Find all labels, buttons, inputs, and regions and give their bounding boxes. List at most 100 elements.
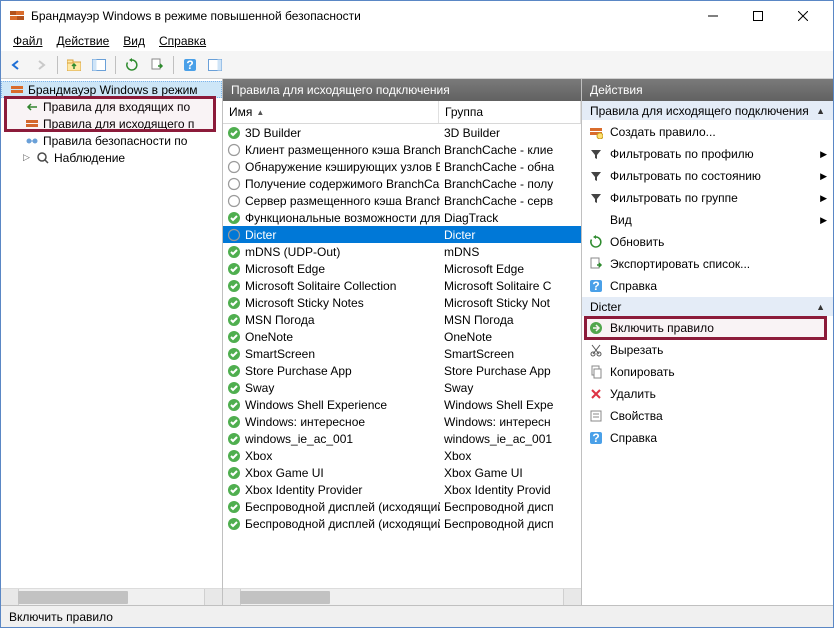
menu-action[interactable]: Действие bbox=[51, 32, 116, 50]
table-row[interactable]: Получение содержимого BranchCache...Bran… bbox=[223, 175, 581, 192]
forward-button[interactable] bbox=[30, 54, 52, 76]
submenu-arrow-icon: ▶ bbox=[820, 215, 827, 226]
back-button[interactable] bbox=[5, 54, 27, 76]
sort-asc-icon: ▲ bbox=[256, 108, 264, 117]
actions-section2-header[interactable]: Dicter ▲ bbox=[582, 297, 833, 317]
filter-icon bbox=[588, 146, 604, 162]
action-экспортировать-список-[interactable]: Экспортировать список... bbox=[582, 253, 833, 275]
action-свойства[interactable]: Свойства bbox=[582, 405, 833, 427]
table-row[interactable]: Xbox Identity ProviderXbox Identity Prov… bbox=[223, 481, 581, 498]
show-hide-tree-button[interactable] bbox=[88, 54, 110, 76]
table-row[interactable]: Store Purchase AppStore Purchase App bbox=[223, 362, 581, 379]
outbound-rules-icon bbox=[24, 116, 40, 132]
table-row[interactable]: mDNS (UDP-Out)mDNS bbox=[223, 243, 581, 260]
action-справка[interactable]: ?Справка bbox=[582, 275, 833, 297]
column-name[interactable]: Имя▲ bbox=[223, 101, 439, 123]
action-label: Фильтровать по группе bbox=[610, 191, 738, 205]
table-row[interactable]: Беспроводной дисплей (исходящий тр...Бес… bbox=[223, 498, 581, 515]
rule-name: windows_ie_ac_001 bbox=[245, 432, 440, 446]
table-row[interactable]: Функциональные возможности для по...Diag… bbox=[223, 209, 581, 226]
rule-name: Dicter bbox=[245, 228, 440, 242]
rule-group: windows_ie_ac_001 bbox=[440, 432, 581, 446]
list-hscroll[interactable] bbox=[223, 588, 581, 605]
action-label: Удалить bbox=[610, 387, 656, 401]
action-удалить[interactable]: Удалить bbox=[582, 383, 833, 405]
rule-name: Сервер размещенного кэша BranchCa... bbox=[245, 194, 440, 208]
tree-item-monitoring[interactable]: ▷ Наблюдение bbox=[1, 149, 222, 166]
rule-name: Microsoft Solitaire Collection bbox=[245, 279, 440, 293]
actions-pane: Действия Правила для исходящего подключе… bbox=[582, 79, 833, 605]
tree-hscroll[interactable] bbox=[1, 588, 222, 605]
table-row[interactable]: MSN ПогодаMSN Погода bbox=[223, 311, 581, 328]
rule-name: OneNote bbox=[245, 330, 440, 344]
table-row[interactable]: DicterDicter bbox=[223, 226, 581, 243]
tree-item-inbound[interactable]: Правила для входящих по bbox=[1, 98, 222, 115]
export-button[interactable] bbox=[146, 54, 168, 76]
table-row[interactable]: SwaySway bbox=[223, 379, 581, 396]
rule-group: Microsoft Solitaire C bbox=[440, 279, 581, 293]
table-row[interactable]: Клиент размещенного кэша BranchCa...Bran… bbox=[223, 141, 581, 158]
action-вырезать[interactable]: Вырезать bbox=[582, 339, 833, 361]
rule-status-icon bbox=[226, 261, 242, 277]
table-row[interactable]: Беспроводной дисплей (исходящий тр...Бес… bbox=[223, 515, 581, 532]
action-вид[interactable]: Вид▶ bbox=[582, 209, 833, 231]
action-label: Создать правило... bbox=[610, 125, 716, 139]
table-row[interactable]: Windows: интересноеWindows: интересн bbox=[223, 413, 581, 430]
maximize-button[interactable] bbox=[735, 2, 780, 30]
rule-group: OneNote bbox=[440, 330, 581, 344]
tree-item-connsec[interactable]: Правила безопасности по bbox=[1, 132, 222, 149]
tree-item-outbound[interactable]: Правила для исходящего п bbox=[1, 115, 222, 132]
rule-status-icon bbox=[226, 227, 242, 243]
show-hide-actions-button[interactable] bbox=[204, 54, 226, 76]
table-row[interactable]: Windows Shell ExperienceWindows Shell Ex… bbox=[223, 396, 581, 413]
action-фильтровать-по-профилю[interactable]: Фильтровать по профилю▶ bbox=[582, 143, 833, 165]
table-row[interactable]: SmartScreenSmartScreen bbox=[223, 345, 581, 362]
table-row[interactable]: OneNoteOneNote bbox=[223, 328, 581, 345]
table-row[interactable]: Xbox Game UIXbox Game UI bbox=[223, 464, 581, 481]
action-фильтровать-по-состоянию[interactable]: Фильтровать по состоянию▶ bbox=[582, 165, 833, 187]
column-group[interactable]: Группа bbox=[439, 101, 581, 123]
menu-file[interactable]: Файл bbox=[7, 32, 49, 50]
action-создать-правило-[interactable]: Создать правило... bbox=[582, 121, 833, 143]
rule-name: MSN Погода bbox=[245, 313, 440, 327]
rule-name: Беспроводной дисплей (исходящий тр... bbox=[245, 500, 440, 514]
expand-icon[interactable]: ▷ bbox=[21, 152, 32, 163]
actions-section1-header[interactable]: Правила для исходящего подключения ▲ bbox=[582, 101, 833, 121]
minimize-button[interactable] bbox=[690, 2, 735, 30]
menu-help[interactable]: Справка bbox=[153, 32, 212, 50]
collapse-icon[interactable]: ▲ bbox=[816, 106, 825, 116]
table-row[interactable]: Сервер размещенного кэша BranchCa...Bran… bbox=[223, 192, 581, 209]
action-фильтровать-по-группе[interactable]: Фильтровать по группе▶ bbox=[582, 187, 833, 209]
rule-name: SmartScreen bbox=[245, 347, 440, 361]
table-row[interactable]: Microsoft EdgeMicrosoft Edge bbox=[223, 260, 581, 277]
firewall-icon bbox=[9, 8, 25, 24]
action-справка[interactable]: ?Справка bbox=[582, 427, 833, 449]
help-button[interactable]: ? bbox=[179, 54, 201, 76]
table-row[interactable]: windows_ie_ac_001windows_ie_ac_001 bbox=[223, 430, 581, 447]
folder-up-button[interactable] bbox=[63, 54, 85, 76]
action-обновить[interactable]: Обновить bbox=[582, 231, 833, 253]
rule-group: Sway bbox=[440, 381, 581, 395]
action-копировать[interactable]: Копировать bbox=[582, 361, 833, 383]
table-row[interactable]: Microsoft Sticky NotesMicrosoft Sticky N… bbox=[223, 294, 581, 311]
rule-name: Windows: интересное bbox=[245, 415, 440, 429]
rule-status-icon bbox=[226, 210, 242, 226]
action-label: Фильтровать по состоянию bbox=[610, 169, 761, 183]
table-row[interactable]: 3D Builder3D Builder bbox=[223, 124, 581, 141]
table-row[interactable]: Microsoft Solitaire CollectionMicrosoft … bbox=[223, 277, 581, 294]
tree-root[interactable]: Брандмауэр Windows в режим bbox=[1, 81, 222, 98]
table-row[interactable]: Обнаружение кэширующих узлов Bran...Bran… bbox=[223, 158, 581, 175]
close-button[interactable] bbox=[780, 2, 825, 30]
collapse-icon[interactable]: ▲ bbox=[816, 302, 825, 312]
rule-name: Xbox Game UI bbox=[245, 466, 440, 480]
rule-group: Dicter bbox=[440, 228, 581, 242]
copy-icon bbox=[588, 364, 604, 380]
action-label: Свойства bbox=[610, 409, 663, 423]
rule-name: Xbox bbox=[245, 449, 440, 463]
tree-item-label: Правила безопасности по bbox=[43, 134, 187, 148]
refresh-button[interactable] bbox=[121, 54, 143, 76]
props-icon bbox=[588, 408, 604, 424]
action-включить-правило[interactable]: Включить правило bbox=[582, 317, 833, 339]
table-row[interactable]: XboxXbox bbox=[223, 447, 581, 464]
menu-view[interactable]: Вид bbox=[117, 32, 151, 50]
